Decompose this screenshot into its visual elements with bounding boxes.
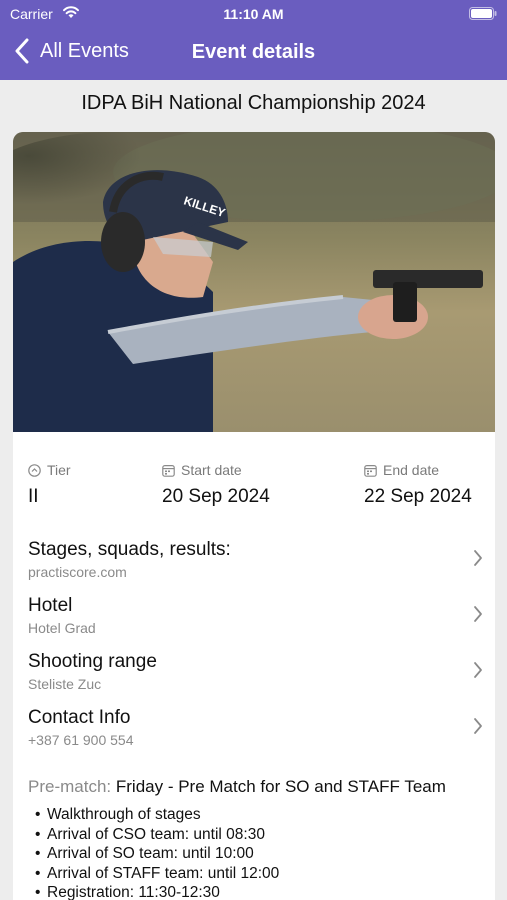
calendar-icon [162,464,175,477]
list-item: Arrival of CSO team: until 08:30 [47,825,279,845]
chevron-right-icon [474,606,482,622]
calendar-icon [364,464,377,477]
event-card: KILLEY Tier II Start date 20 Sep 2024 En… [13,132,495,900]
list-item: Registration: 11:30-12:30 [47,883,279,900]
clock: 11:10 AM [223,6,284,22]
tier-circle-icon [28,463,41,477]
navigation-bar: Carrier 11:10 AM All Events Event detail… [0,0,507,80]
nav-header: All Events Event details [0,28,507,78]
row-title: Shooting range [28,651,157,672]
end-date-label: End date [383,462,440,478]
tier-value: II [28,486,39,507]
row-shooting-range[interactable]: Shooting range Steliste Zuc [28,651,483,701]
tier-label-wrap: Tier [28,462,71,478]
prematch-value: Friday - Pre Match for SO and STAFF Team [115,777,446,796]
event-title: IDPA BiH National Championship 2024 [81,92,426,114]
status-bar: Carrier 11:10 AM [0,0,507,28]
prematch-list: Walkthrough of stages Arrival of CSO tea… [47,805,279,900]
battery-icon [469,7,497,20]
row-subtitle: Hotel Grad [28,620,96,636]
chevron-right-icon [474,550,482,566]
row-subtitle: practiscore.com [28,564,127,580]
tier-label: Tier [47,462,71,478]
page-title: Event details [191,41,316,63]
end-date-value: 22 Sep 2024 [364,486,472,507]
list-item: Arrival of SO team: until 10:00 [47,844,279,864]
start-date-label-wrap: Start date [162,462,242,478]
prematch-heading: Pre-match: Friday - Pre Match for SO and… [28,777,446,797]
list-item: Walkthrough of stages [47,805,279,825]
chevron-right-icon [474,718,482,734]
row-contact-info[interactable]: Contact Info +387 61 900 554 [28,707,483,757]
prematch-label: Pre-match: [28,777,112,796]
row-title: Hotel [28,595,73,616]
row-hotel[interactable]: Hotel Hotel Grad [28,595,483,645]
start-date-value: 20 Sep 2024 [162,486,270,507]
row-subtitle: Steliste Zuc [28,676,102,692]
row-title: Stages, squads, results: [28,539,231,560]
list-item: Arrival of STAFF team: until 12:00 [47,864,279,884]
chevron-right-icon [474,662,482,678]
row-stages-results[interactable]: Stages, squads, results: practiscore.com [28,539,483,589]
row-subtitle: +387 61 900 554 [28,732,134,748]
start-date-label: Start date [181,462,242,478]
row-title: Contact Info [28,707,131,728]
end-date-label-wrap: End date [364,462,439,478]
event-photo: KILLEY [13,132,495,432]
